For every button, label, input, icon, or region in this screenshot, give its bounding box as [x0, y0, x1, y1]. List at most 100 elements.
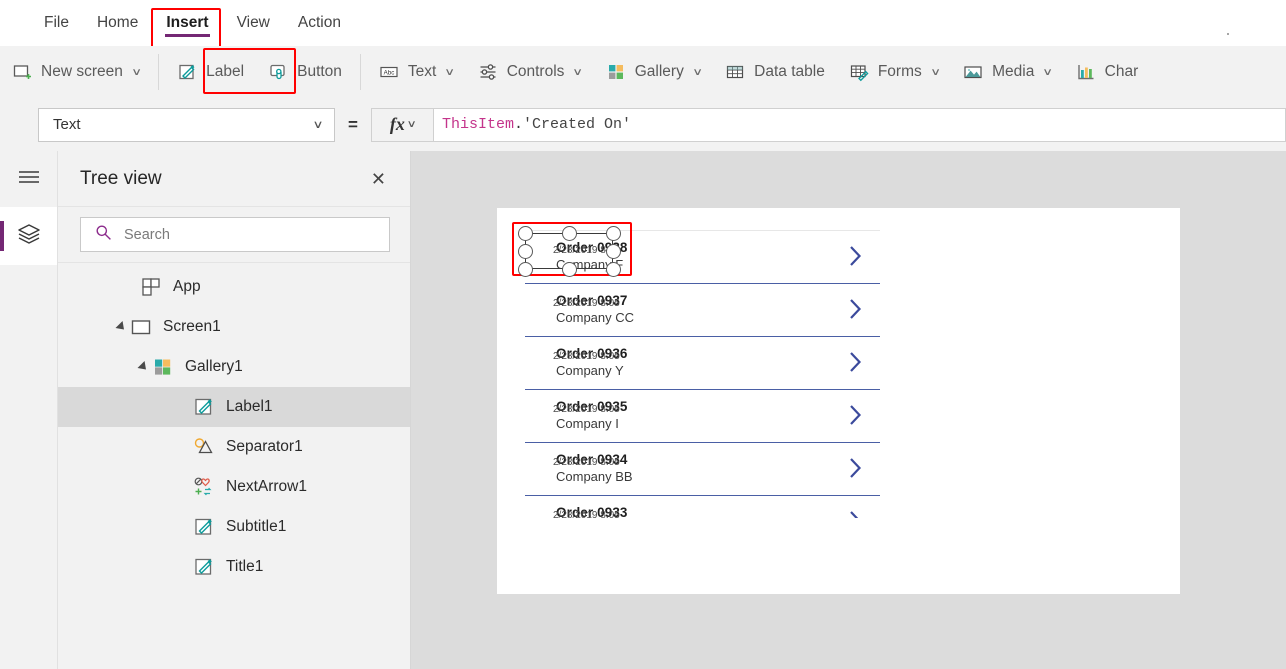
app-screen-canvas[interactable]: Order 0938 2/28/2019 8:05 Company F Orde…: [497, 208, 1180, 594]
formula-input[interactable]: ThisItem. 'Created On': [433, 107, 1286, 142]
ribbon-button-forms[interactable]: Forms ∨: [837, 52, 951, 92]
menu-item-label: View: [236, 14, 270, 31]
resize-handle-n[interactable]: [562, 226, 577, 241]
menu-item-list: File Home Insert View Action: [0, 0, 1286, 46]
ribbon-button-label-text: Data table: [754, 63, 825, 80]
search-box[interactable]: [80, 217, 390, 252]
hamburger-menu-button[interactable]: [0, 151, 57, 207]
ribbon-button-data-table[interactable]: Data table: [713, 52, 837, 92]
left-rail: [0, 151, 58, 669]
search-icon: [95, 224, 112, 246]
ribbon-divider: [359, 54, 361, 90]
ribbon-button-label-text: Forms: [877, 63, 922, 80]
tree-item-gallery1[interactable]: Gallery1: [58, 347, 410, 387]
gallery-row-date: 2/28/2019 8:05: [553, 510, 620, 518]
ribbon-divider: [158, 54, 160, 90]
rail-tab-tree-view[interactable]: [0, 207, 57, 265]
tree-item-label: Screen1: [163, 318, 221, 335]
tree-view-header: Tree view ✕: [58, 151, 410, 207]
label-icon: [177, 62, 197, 82]
property-select-value: Text: [53, 116, 81, 133]
fx-button[interactable]: fx ∨: [371, 107, 433, 142]
chevron-down-icon: ∨: [929, 66, 941, 78]
ribbon-button-controls[interactable]: Controls ∨: [466, 52, 594, 92]
ribbon-button-label-text: Gallery: [634, 63, 684, 80]
resize-handle-ne[interactable]: [606, 226, 621, 241]
ribbon-group-controls-basic: Label Button: [165, 46, 354, 98]
gallery-row[interactable]: Order 0934 2/28/2019 8:05 Company BB: [525, 443, 880, 496]
tree-item-label: NextArrow1: [226, 478, 307, 495]
ribbon-group-controls-advanced: Abc Text ∨ Controls ∨ Gallery ∨ Data tab…: [367, 46, 1150, 98]
gallery-row[interactable]: Order 0933 2/28/2019 8:05: [525, 496, 880, 518]
tree-item-screen1[interactable]: Screen1: [58, 307, 410, 347]
ribbon-button-gallery[interactable]: Gallery ∨: [594, 52, 713, 92]
ribbon-button-label-text: Char: [1104, 63, 1139, 80]
gallery-row-subtitle: Company CC: [556, 310, 635, 325]
text-abc-icon: Abc: [379, 62, 399, 82]
gallery-row[interactable]: Order 0935 2/28/2019 8:05 Company I: [525, 390, 880, 443]
ribbon-button-new-screen[interactable]: New screen ∨: [0, 52, 152, 92]
chevron-expanded-icon[interactable]: [137, 360, 150, 374]
menu-bar: File Home Insert View Action: [0, 0, 1286, 47]
tree-item-subtitle1[interactable]: Subtitle1: [58, 507, 410, 547]
formula-token-string: 'Created On': [523, 116, 632, 133]
resize-handle-w[interactable]: [518, 244, 533, 259]
ribbon-button-media[interactable]: Media ∨: [951, 52, 1064, 92]
menu-item-insert[interactable]: Insert: [152, 0, 222, 46]
chevron-right-icon[interactable]: [849, 404, 862, 426]
resize-handle-s[interactable]: [562, 262, 577, 277]
label-icon: [193, 516, 215, 538]
data-table-icon: [725, 62, 745, 82]
ribbon-button-charts[interactable]: Char: [1064, 52, 1151, 92]
close-icon[interactable]: ✕: [367, 166, 390, 192]
label-icon: [193, 556, 215, 578]
chevron-right-icon[interactable]: [849, 298, 862, 320]
tree-view-panel: Tree view ✕ Search App Screen1 Gallery1 …: [58, 151, 411, 669]
hamburger-icon: [17, 168, 41, 191]
chevron-down-icon: ∨: [1042, 66, 1054, 78]
ribbon-button-label[interactable]: Label: [165, 52, 256, 92]
chevron-right-icon[interactable]: [849, 510, 862, 518]
resize-handle-e[interactable]: [606, 244, 621, 259]
gallery-row-date: 2/28/2019 8:05: [553, 404, 620, 415]
ribbon-button-text[interactable]: Abc Text ∨: [367, 52, 466, 92]
media-image-icon: [963, 62, 983, 82]
chevron-expanded-icon[interactable]: [115, 320, 128, 334]
tree-item-separator1[interactable]: Separator1: [58, 427, 410, 467]
menu-item-file[interactable]: File: [30, 0, 83, 46]
canvas-area[interactable]: Order 0938 2/28/2019 8:05 Company F Orde…: [411, 151, 1286, 669]
chevron-right-icon[interactable]: [849, 351, 862, 373]
resize-handle-nw[interactable]: [518, 226, 533, 241]
resize-handle-sw[interactable]: [518, 262, 533, 277]
new-screen-icon: [12, 62, 32, 82]
search-input[interactable]: [122, 225, 366, 244]
gallery-row[interactable]: Order 0938 2/28/2019 8:05 Company F: [512, 222, 880, 284]
chevron-right-icon[interactable]: [849, 245, 862, 267]
gallery-control[interactable]: Order 0938 2/28/2019 8:05 Company F Orde…: [512, 222, 880, 518]
tree-item-title1[interactable]: Title1: [58, 547, 410, 587]
gallery-row[interactable]: Order 0937 2/28/2019 8:05 Company CC: [525, 284, 880, 337]
fx-icon: fx: [389, 114, 405, 134]
menu-item-action[interactable]: Action: [284, 0, 355, 46]
active-rail-accent: [0, 221, 4, 251]
menu-item-view[interactable]: View: [223, 0, 284, 46]
formula-bar: Text ∨ = fx ∨ ThisItem. 'Created On': [0, 98, 1286, 152]
gallery-row[interactable]: Order 0936 2/28/2019 8:05 Company Y: [525, 337, 880, 390]
menu-item-home[interactable]: Home: [83, 0, 152, 46]
tree-item-nextarrow1[interactable]: NextArrow1: [58, 467, 410, 507]
resize-handle-se[interactable]: [606, 262, 621, 277]
property-select[interactable]: Text ∨: [38, 107, 335, 142]
ribbon-button-button[interactable]: Button: [256, 52, 354, 92]
chevron-down-icon: ∨: [692, 66, 704, 78]
tree-item-app[interactable]: App: [58, 267, 410, 307]
tree-item-label: Title1: [226, 558, 264, 575]
page-title: Tree view: [80, 167, 162, 189]
tree-item-label1[interactable]: Label1: [58, 387, 410, 427]
ribbon-button-label-text: Label: [206, 63, 245, 80]
powerapps-studio-window: File Home Insert View Action New screen …: [0, 0, 1286, 669]
charts-bar-icon: [1076, 62, 1096, 82]
tree-item-label: Label1: [226, 398, 273, 415]
controls-sliders-icon: [478, 62, 498, 82]
gallery-row-subtitle: Company Y: [556, 363, 624, 378]
chevron-right-icon[interactable]: [849, 457, 862, 479]
